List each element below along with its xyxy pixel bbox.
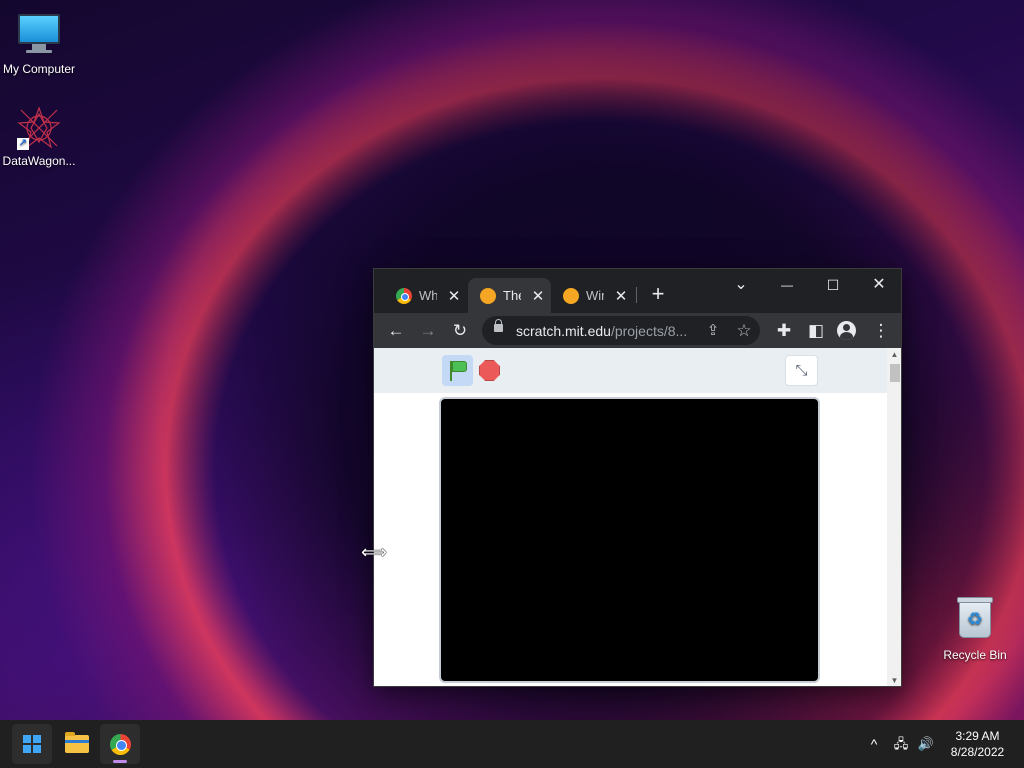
page-scrollbar[interactable]: ▲ ▼ [887,348,901,686]
recycle-bin-icon: ♻ [953,597,997,644]
tab-title: What [419,288,437,303]
network-icon[interactable]: 🖧 [891,734,911,754]
tab-title: The [503,288,521,303]
green-flag-button[interactable] [442,355,473,386]
scroll-up-arrow-icon[interactable]: ▲ [887,348,901,362]
chrome-favicon-icon [396,287,412,304]
tab-search-button[interactable]: ⌄ [721,273,761,297]
tab-close-icon[interactable]: ✕ [447,287,461,305]
url-text: scratch.mit.edu/projects/8... [516,323,687,339]
side-panel-icon[interactable]: ◧ [803,318,829,344]
tab-the[interactable]: The ✕ [468,278,551,313]
shortcut-arrow-icon: ↗ [17,138,29,150]
browser-toolbar: ← → ↻ scratch.mit.edu/projects/8... ⇪ ☆ … [374,313,901,348]
windows-logo-icon [23,735,41,753]
scroll-down-arrow-icon[interactable]: ▼ [887,674,901,686]
desktop-icon-label: DataWagon... [2,154,76,168]
active-app-indicator [113,760,127,763]
new-tab-button[interactable]: + [646,283,670,307]
url-host: scratch.mit.edu [516,323,611,339]
taskbar-file-explorer[interactable] [56,724,96,764]
profile-avatar-icon[interactable] [837,321,856,340]
start-button[interactable] [12,724,52,764]
desktop-icon-label: My Computer [2,62,76,76]
resize-cursor-icon: ⟺ [361,542,387,562]
bookmark-star-icon[interactable]: ☆ [733,320,755,342]
forward-button[interactable]: → [415,318,441,344]
browser-window: What ✕ The ✕ Win ✕ + ⌄ — ☐ ✕ ← → ↻ scrat… [373,268,902,687]
tab-win[interactable]: Win ✕ [551,278,635,313]
clock-time: 3:29 AM [955,729,1000,743]
desktop-icon-recycle-bin[interactable]: ♻ Recycle Bin [936,597,1014,662]
scroll-thumb[interactable] [890,364,900,382]
extensions-icon[interactable]: ✚ [771,318,797,344]
tab-close-icon[interactable]: ✕ [531,287,545,305]
page-content: ⤡ [374,348,887,686]
scratch-stage[interactable] [439,397,820,683]
folder-icon [65,732,89,753]
share-icon[interactable]: ⇪ [702,320,724,342]
tab-what[interactable]: What ✕ [384,278,468,313]
scratch-player-controls: ⤡ [374,348,887,393]
show-hidden-icons-chevron-icon[interactable]: ^ [864,734,884,754]
address-bar[interactable]: scratch.mit.edu/projects/8... ⇪ ☆ [482,316,760,345]
tab-separator [636,287,637,303]
desktop-icon-my-computer[interactable]: My Computer [0,10,78,76]
green-flag-cloth [452,361,467,372]
stop-button[interactable] [479,360,500,381]
tab-title: Win [586,288,604,303]
scratch-favicon-icon [563,287,579,304]
tab-strip: What ✕ The ✕ Win ✕ + ⌄ — ☐ ✕ [374,269,901,313]
chrome-menu-icon[interactable]: ⋮ [868,318,894,344]
monitor-icon [17,14,61,58]
tab-close-icon[interactable]: ✕ [614,287,628,305]
maximize-button[interactable]: ☐ [813,273,853,297]
close-window-button[interactable]: ✕ [859,273,899,297]
datawagon-icon: ↗ [17,106,61,150]
desktop-icon-datawagon[interactable]: ↗ DataWagon... [0,106,78,168]
volume-icon[interactable]: 🔊 [916,734,936,754]
minimize-button[interactable]: — [767,273,807,297]
clock-date: 8/28/2022 [950,745,1005,759]
url-path: /projects/8... [610,323,688,339]
reload-button[interactable]: ↻ [447,318,473,344]
exit-fullscreen-button[interactable]: ⤡ [785,355,818,386]
taskbar-clock[interactable]: 3:29 AM 8/28/2022 [940,728,1015,760]
lock-icon[interactable] [494,319,503,332]
scratch-favicon-icon [480,287,496,304]
chrome-icon [110,734,131,755]
taskbar: ^ 🖧 🔊 3:29 AM 8/28/2022 [0,720,1024,768]
taskbar-chrome[interactable] [100,724,140,764]
back-button[interactable]: ← [383,318,409,344]
desktop-icon-label: Recycle Bin [943,648,1007,662]
